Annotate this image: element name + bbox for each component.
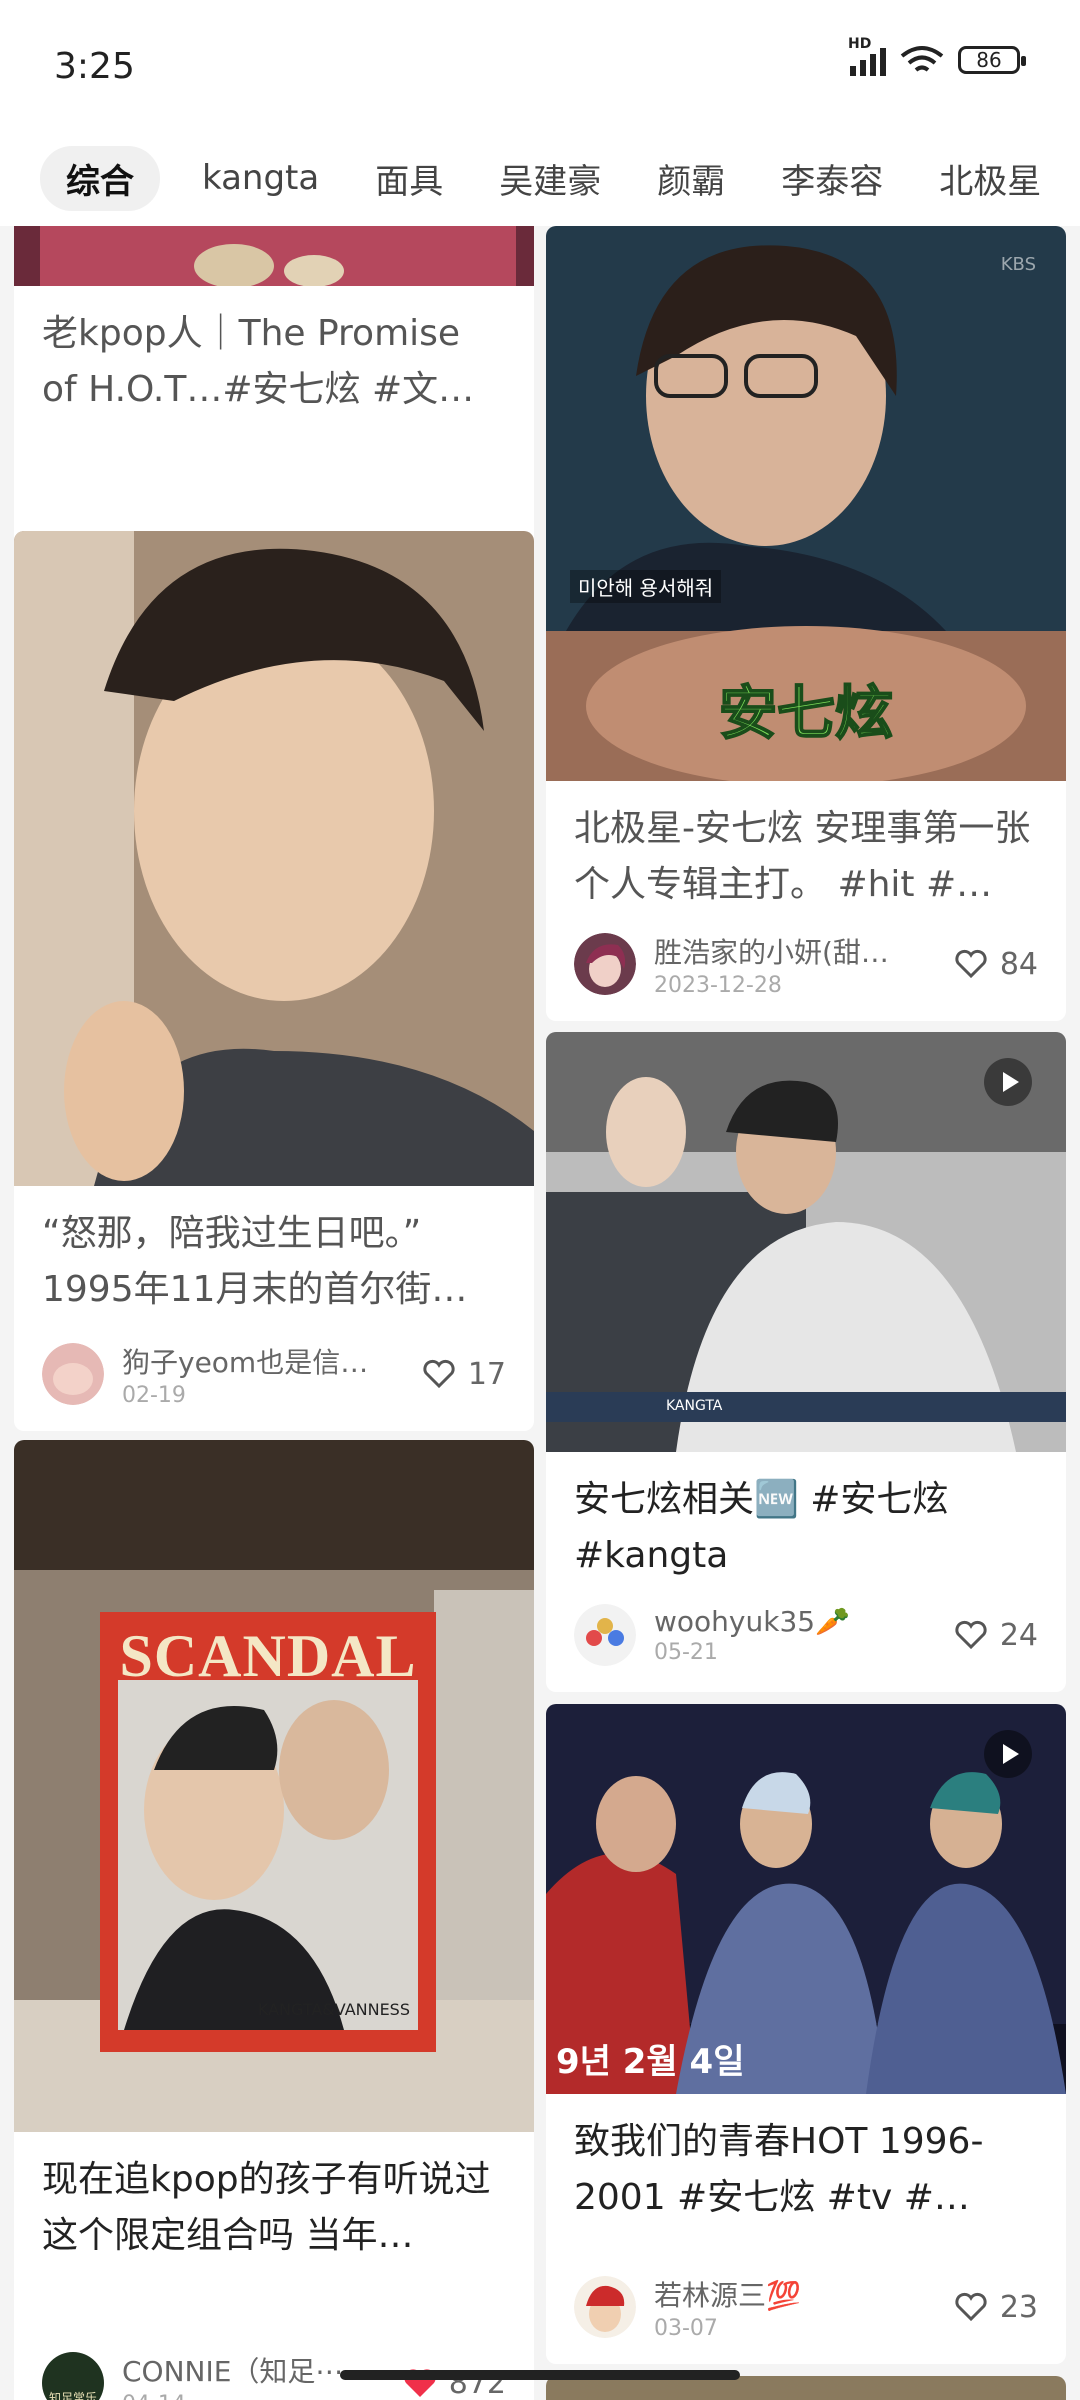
post-caption: 现在追kpop的孩子有听说过这个限定组合吗 当年… — [42, 2159, 491, 2256]
post-card[interactable]: KBS 미안해 용서해줘 安七炫 北极星-安七炫 安理事第一张个人专辑主打。 #… — [546, 226, 1066, 1021]
avatar[interactable] — [574, 1604, 636, 1666]
tab-comprehensive[interactable]: 综合 — [40, 145, 160, 211]
video-date-overlay: 9년 2월 4일 — [556, 2042, 745, 2082]
post-thumbnail[interactable]: KBS 미안해 용서해줘 安七炫 — [546, 226, 1066, 781]
post-caption: 老kpop人｜The Promise of H.O.T…#安七炫 #文熙俊 … — [42, 313, 475, 410]
tab-yanba[interactable]: 颜霸 — [657, 154, 725, 203]
avatar[interactable] — [42, 1343, 104, 1405]
post-image — [14, 531, 534, 1186]
post-card[interactable]: 9년 2월 4일 致我们的青春HOT 1996-2001 #安七炫 #tv #…… — [546, 1704, 1066, 2364]
post-card[interactable]: KANGTA 安七炫相关🆕 #安七炫 #kangta woohyuk35🥕 05… — [546, 1032, 1066, 1692]
post-meta: woohyuk35🥕 05-21 24 — [574, 1600, 1038, 1670]
post-meta: 胜浩家的小妍(甜… 2023-12-28 84 — [574, 929, 1038, 999]
video-play-icon — [984, 1058, 1032, 1106]
tab-li-tairong[interactable]: 李泰容 — [781, 154, 883, 203]
post-meta: 狗子yeom也是信… 02-19 17 — [42, 1339, 506, 1409]
post-caption: “怒那，陪我过生日吧。” 1995年11月末的首尔街… — [42, 1213, 468, 1310]
post-thumbnail[interactable]: KANGTA — [546, 1032, 1066, 1452]
post-card[interactable]: “怒那，陪我过生日吧。” 1995年11月末的首尔街… 狗子yeom也是信… 0… — [14, 531, 534, 1431]
status-time: 3:25 — [54, 46, 135, 87]
post-date: 2023-12-28 — [654, 972, 782, 998]
heart-outline-icon — [955, 949, 987, 979]
avatar[interactable] — [574, 2276, 636, 2338]
like-button[interactable]: 84 — [954, 947, 1038, 982]
post-caption: 北极星-安七炫 安理事第一张个人专辑主打。 #hit #… — [574, 808, 1031, 905]
like-count: 23 — [999, 2289, 1038, 2325]
like-button[interactable]: 23 — [954, 2290, 1038, 2325]
post-thumbnail[interactable] — [14, 226, 534, 286]
post-caption: 安七炫相关🆕 #安七炫 #kangta — [574, 1479, 949, 1576]
post-date: 05-21 — [654, 1640, 718, 1665]
tab-polaris[interactable]: 北极星 — [939, 154, 1041, 203]
category-tabs: 综合 kangta 面具 吴建豪 颜霸 李泰容 北极星 — [0, 130, 1080, 226]
post-thumbnail[interactable] — [14, 531, 534, 1186]
heart-outline-icon — [423, 1359, 455, 1389]
post-card[interactable]: SCANDAL KANGTA&VANNESS 现在追kpop的孩子有听说过这个限… — [14, 1440, 534, 2400]
status-icons: HD 86 — [848, 36, 1026, 76]
tab-mask[interactable]: 面具 — [375, 154, 443, 203]
like-button[interactable]: 17 — [422, 1357, 506, 1392]
wifi-icon — [900, 46, 944, 72]
avatar[interactable] — [574, 933, 636, 995]
tab-kangta[interactable]: kangta — [202, 158, 319, 198]
post-caption: 致我们的青春HOT 1996-2001 #安七炫 #tv #… — [574, 2121, 984, 2218]
author-name[interactable]: 若林源三💯 — [654, 2274, 944, 2314]
like-count: 17 — [467, 1356, 506, 1392]
video-subtitle: 미안해 용서해줘 — [570, 570, 722, 603]
post-thumbnail[interactable]: 9년 2월 4일 — [546, 1704, 1066, 2094]
heart-outline-icon — [955, 2292, 987, 2322]
post-image — [14, 226, 534, 286]
post-image — [14, 1440, 534, 2132]
post-date: 04-14 — [122, 2392, 393, 2400]
magazine-subtitle: KANGTA&VANNESS — [257, 2000, 410, 2019]
tab-wu-jianhao[interactable]: 吴建豪 — [499, 154, 601, 203]
video-play-icon — [984, 1730, 1032, 1778]
home-indicator[interactable] — [340, 2370, 740, 2380]
post-date: 02-19 — [122, 1382, 186, 1408]
cellular-signal-icon: HD — [848, 36, 886, 76]
battery-icon: 86 — [958, 46, 1026, 74]
broadcaster-watermark: KBS — [1000, 254, 1036, 275]
author-name[interactable]: woohyuk35🥕 — [654, 1605, 944, 1638]
battery-level: 86 — [976, 48, 1002, 72]
post-date: 03-07 — [654, 2315, 718, 2341]
magazine-title: SCANDAL — [119, 1623, 417, 1689]
like-count: 84 — [999, 946, 1038, 982]
avatar-label: 知足常乐 — [48, 2391, 97, 2400]
overlay-title: 安七炫 — [718, 678, 894, 748]
network-type-label: HD — [848, 36, 872, 52]
post-meta: 若林源三💯 03-07 23 — [574, 2272, 1038, 2342]
author-name[interactable]: 狗子yeom也是信… — [122, 1341, 412, 1381]
status-bar: 3:25 HD 86 — [0, 0, 1080, 130]
like-count: 24 — [999, 1617, 1038, 1653]
like-button[interactable]: 24 — [954, 1618, 1038, 1653]
author-name[interactable]: 胜浩家的小妍(甜… — [654, 931, 944, 971]
post-thumbnail[interactable]: SCANDAL KANGTA&VANNESS — [14, 1440, 534, 2132]
heart-outline-icon — [955, 1620, 987, 1650]
video-banner: KANGTA — [666, 1398, 723, 1414]
avatar[interactable]: 知足常乐 — [42, 2352, 104, 2400]
waterfall-feed: 老kpop人｜The Promise of H.O.T…#安七炫 #文熙俊 … … — [0, 226, 1080, 2400]
